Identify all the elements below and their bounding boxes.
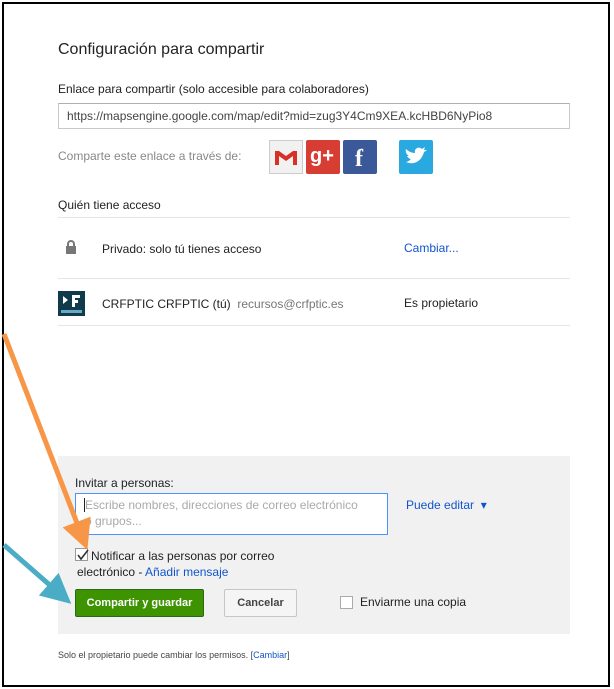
annotation-arrows bbox=[1, 333, 91, 604]
blue-arrow bbox=[2, 543, 72, 604]
orange-arrow bbox=[1, 333, 91, 550]
